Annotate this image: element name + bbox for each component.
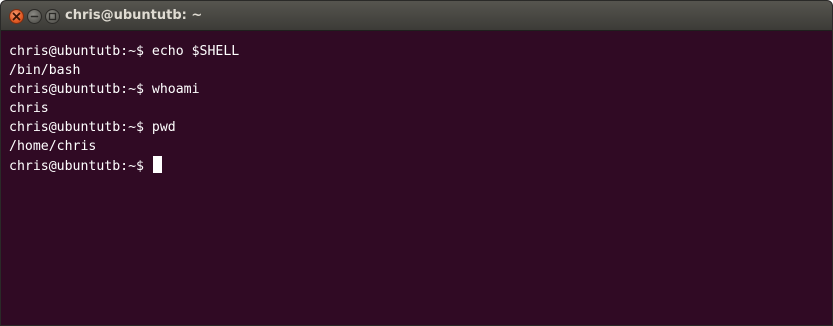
terminal-output[interactable]: chris@ubuntutb:~$ echo $SHELL /bin/bash … (1, 31, 832, 325)
terminal-line: /home/chris (9, 139, 97, 154)
terminal-line: chris (9, 101, 49, 116)
minimize-button[interactable] (27, 8, 42, 24)
terminal-line: /bin/bash (9, 63, 81, 78)
close-button[interactable] (9, 8, 24, 24)
text-cursor (152, 156, 162, 173)
current-prompt-line[interactable]: chris@ubuntutb:~$ (9, 156, 832, 175)
minimize-icon (30, 15, 39, 17)
window-title: chris@ubuntutb: ~ (65, 8, 203, 23)
maximize-button[interactable] (45, 8, 60, 24)
prompt-text: chris@ubuntutb:~$ (9, 159, 152, 174)
terminal-line: chris@ubuntutb:~$ whoami (9, 82, 200, 97)
title-bar[interactable]: chris@ubuntutb: ~ (1, 1, 832, 31)
maximize-icon (48, 12, 57, 20)
terminal-window: chris@ubuntutb: ~ chris@ubuntutb:~$ echo… (0, 0, 833, 326)
terminal-line: chris@ubuntutb:~$ pwd (9, 120, 176, 135)
window-controls (9, 8, 60, 24)
close-icon (12, 12, 21, 20)
terminal-line: chris@ubuntutb:~$ echo $SHELL (9, 44, 240, 59)
